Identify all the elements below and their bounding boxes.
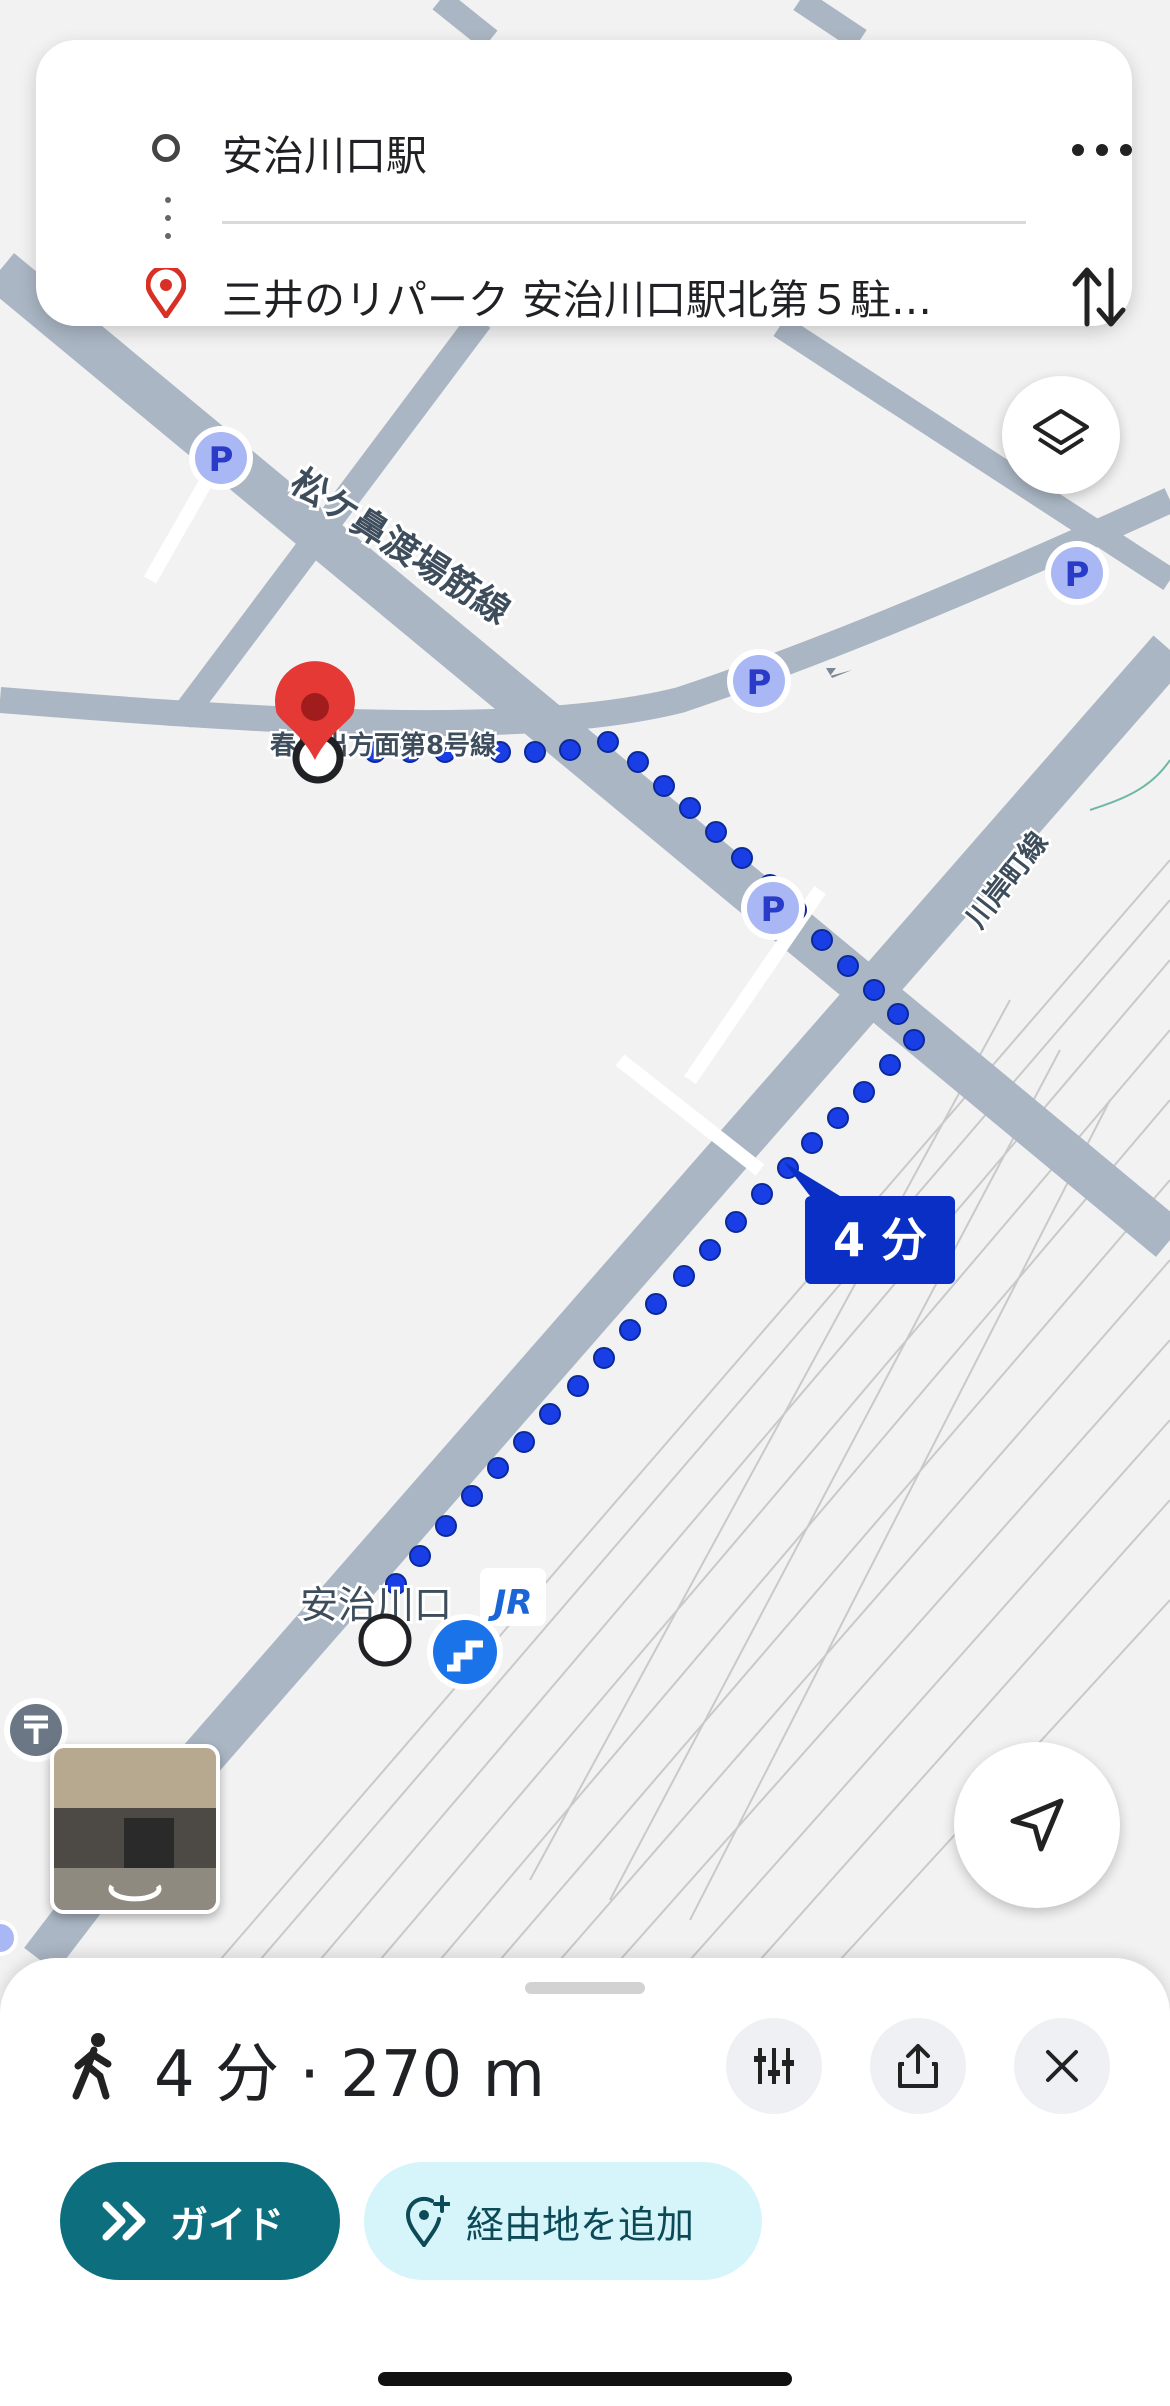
divider (222, 221, 1026, 224)
parking-icon[interactable]: P (741, 876, 805, 940)
drag-handle[interactable] (525, 1982, 645, 1994)
share-icon (898, 2044, 938, 2088)
jr-logo: JR (480, 1568, 546, 1626)
street-view-thumbnail[interactable] (50, 1744, 220, 1914)
parking-icon[interactable]: P (727, 649, 791, 713)
svg-text:P: P (1065, 555, 1090, 595)
location-pin-icon (145, 264, 187, 322)
parking-icon[interactable]: P (189, 426, 253, 490)
layers-icon (1033, 409, 1089, 455)
share-button[interactable] (870, 2018, 966, 2114)
map-marker-partial (0, 1920, 18, 1956)
distance-text: 270 m (340, 2038, 545, 2112)
route-card: 安治川口駅 三井のリパーク 安治川口駅北第５駐… (36, 40, 1132, 327)
sliders-icon (754, 2048, 794, 2084)
guide-label: ガイド (170, 2202, 285, 2247)
guide-button[interactable]: ガイド (60, 2162, 340, 2280)
walking-icon (64, 2032, 124, 2106)
route-options-button[interactable] (726, 2018, 822, 2114)
parking-icon[interactable]: P (1045, 541, 1109, 605)
duration-text: 4 分 (154, 2038, 280, 2112)
svg-text:P: P (761, 890, 786, 930)
add-location-icon (405, 2195, 450, 2247)
add-stop-label: 経由地を追加 (466, 2202, 695, 2247)
svg-text:P: P (747, 663, 772, 703)
home-indicator[interactable] (378, 2372, 792, 2386)
origin-field[interactable]: 安治川口駅 (222, 122, 427, 182)
directions-sheet: 4 分 · 270 m ガイド 経由地を追加 (0, 1958, 1170, 2406)
more-options-icon[interactable] (1072, 138, 1132, 162)
double-chevron-icon (102, 2201, 146, 2241)
svg-text:4 分: 4 分 (833, 1213, 927, 1267)
layers-button[interactable] (1002, 376, 1120, 494)
origin-circle-icon (152, 134, 180, 162)
navigation-arrow-icon (1010, 1798, 1064, 1852)
swap-route-icon[interactable] (1071, 262, 1127, 336)
stairs-icon[interactable] (427, 1614, 503, 1690)
connector-dots (165, 197, 171, 251)
my-location-button[interactable] (954, 1742, 1120, 1908)
origin-marker[interactable] (358, 1613, 412, 1667)
close-icon (1046, 2050, 1078, 2082)
destination-field[interactable]: 三井のリパーク 安治川口駅北第５駐… (222, 266, 1012, 326)
add-stop-button[interactable]: 経由地を追加 (364, 2162, 762, 2280)
separator: · (299, 2038, 320, 2112)
svg-text:P: P (209, 440, 234, 480)
svg-text:JR: JR (488, 1583, 533, 1623)
close-button[interactable] (1014, 2018, 1110, 2114)
route-summary: 4 分 · 270 m (154, 2023, 545, 2115)
